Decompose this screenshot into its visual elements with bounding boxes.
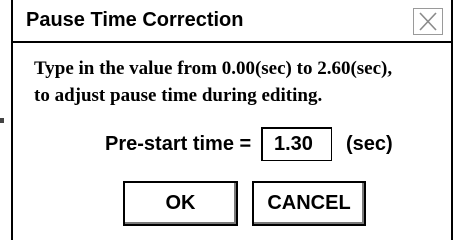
edge-marker <box>0 118 4 123</box>
close-button[interactable] <box>413 8 443 35</box>
cancel-button[interactable]: CANCEL <box>252 181 366 226</box>
instruction-line-1: Type in the value from 0.00(sec) to 2.60… <box>34 58 393 79</box>
pause-time-correction-dialog: Pause Time Correction Type in the value … <box>11 0 453 240</box>
ok-button[interactable]: OK <box>123 181 238 226</box>
instruction-text: Type in the value from 0.00(sec) to 2.60… <box>34 55 392 109</box>
dialog-titlebar[interactable]: Pause Time Correction <box>13 0 451 43</box>
instruction-line-2: to adjust pause time during editing. <box>34 85 323 106</box>
pre-start-time-label: Pre-start time = <box>105 133 252 155</box>
pre-start-time-unit: (sec) <box>346 133 393 155</box>
close-x-icon <box>419 12 437 31</box>
page: Pause Time Correction Type in the value … <box>0 0 464 240</box>
pre-start-time-input[interactable] <box>261 127 332 161</box>
pre-start-time-row: Pre-start time = (sec) <box>13 127 451 161</box>
dialog-title: Pause Time Correction <box>26 9 244 31</box>
